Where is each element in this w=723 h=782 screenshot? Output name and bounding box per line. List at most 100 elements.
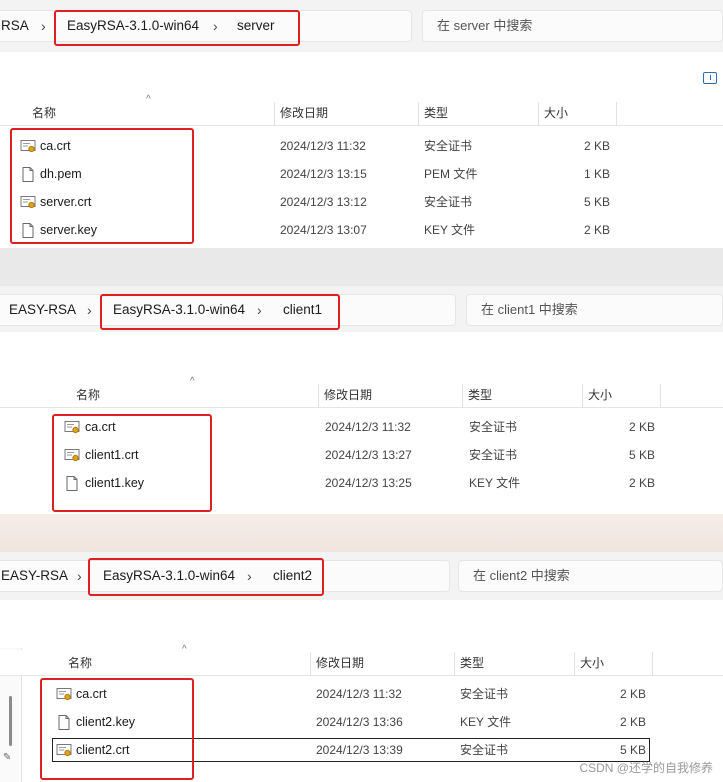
file-type: 安全证书: [460, 687, 509, 701]
address-bar-strip: RSA › EasyRSA-3.1.0-win64 › server 在 ser…: [0, 0, 723, 52]
column-divider[interactable]: [318, 384, 319, 408]
file-date: 2024/12/3 11:32: [325, 420, 411, 434]
file-list-area: ✎ ^ 名称 修改日期 类型 大小 ca.crt 2024/12/3 11:32…: [0, 600, 723, 782]
breadcrumb-current[interactable]: client2: [273, 561, 312, 591]
file-row[interactable]: dh.pem 2024/12/3 13:15 PEM 文件 1 KB: [0, 160, 723, 188]
search-input[interactable]: 在 server 中搜索: [422, 10, 723, 42]
file-row[interactable]: ca.crt 2024/12/3 11:32 安全证书 2 KB: [0, 413, 723, 441]
column-header-row: ^ 名称 修改日期 类型 大小: [0, 644, 723, 676]
breadcrumb-root[interactable]: RSA: [1, 11, 29, 41]
column-size[interactable]: 大小: [588, 382, 612, 408]
file-date: 2024/12/3 11:32: [316, 687, 402, 701]
address-bar[interactable]: EASY-RSA › EasyRSA-3.1.0-win64 › client2: [0, 560, 450, 592]
breadcrumb-current[interactable]: client1: [283, 295, 322, 325]
address-bar[interactable]: EASY-RSA › EasyRSA-3.1.0-win64 › client1: [0, 294, 456, 326]
file-name: dh.pem: [40, 167, 82, 181]
explorer-window-client2: EASY-RSA › EasyRSA-3.1.0-win64 › client2…: [0, 552, 723, 782]
column-header-row: ^ 名称 修改日期 类型 大小: [0, 376, 723, 408]
column-name[interactable]: 名称: [68, 650, 92, 676]
file-type: KEY 文件: [424, 223, 476, 237]
column-divider[interactable]: [582, 384, 583, 408]
column-type[interactable]: 类型: [424, 100, 448, 126]
column-date[interactable]: 修改日期: [316, 650, 364, 676]
file-name: client2.crt: [76, 743, 130, 757]
column-date[interactable]: 修改日期: [324, 382, 372, 408]
certificate-icon: [64, 421, 80, 434]
explorer-window-client1: EASY-RSA › EasyRSA-3.1.0-win64 › client1…: [0, 286, 723, 514]
document-icon: [58, 715, 70, 730]
file-size: 2 KB: [583, 223, 610, 237]
breadcrumb-root[interactable]: EASY-RSA: [9, 295, 76, 325]
file-row[interactable]: ca.crt 2024/12/3 11:32 安全证书 2 KB: [0, 132, 723, 160]
document-icon: [66, 476, 78, 491]
certificate-icon: [56, 688, 72, 701]
file-name: ca.crt: [40, 139, 71, 153]
file-size: 5 KB: [583, 195, 610, 209]
chevron-right-icon[interactable]: ›: [257, 295, 262, 325]
file-type: KEY 文件: [469, 476, 521, 490]
chevron-right-icon[interactable]: ›: [77, 561, 82, 591]
certificate-icon: [20, 196, 36, 209]
breadcrumb-easyrsa[interactable]: EasyRSA-3.1.0-win64: [103, 561, 235, 591]
file-row[interactable]: server.crt 2024/12/3 13:12 安全证书 5 KB: [0, 188, 723, 216]
column-name[interactable]: 名称: [76, 382, 100, 408]
column-divider[interactable]: [574, 652, 575, 676]
file-type: PEM 文件: [424, 167, 478, 181]
column-type[interactable]: 类型: [468, 382, 492, 408]
address-bar[interactable]: RSA › EasyRSA-3.1.0-win64 › server: [0, 10, 412, 42]
column-type[interactable]: 类型: [460, 650, 484, 676]
file-row[interactable]: client1.crt 2024/12/3 13:27 安全证书 5 KB: [0, 441, 723, 469]
file-type: 安全证书: [469, 420, 518, 434]
chevron-right-icon[interactable]: ›: [247, 561, 252, 591]
details-pane-icon[interactable]: [703, 72, 717, 84]
breadcrumb-root[interactable]: EASY-RSA: [1, 561, 68, 591]
file-type: 安全证书: [469, 448, 518, 462]
file-date: 2024/12/3 13:39: [316, 743, 403, 757]
file-size: 2 KB: [583, 139, 610, 153]
file-name: server.crt: [40, 195, 92, 209]
file-type: 安全证书: [424, 139, 473, 153]
document-icon: [22, 167, 34, 182]
chevron-right-icon[interactable]: ›: [87, 295, 92, 325]
chevron-right-icon[interactable]: ›: [41, 11, 46, 41]
certificate-icon: [64, 449, 80, 462]
breadcrumb-easyrsa[interactable]: EasyRSA-3.1.0-win64: [113, 295, 245, 325]
file-row[interactable]: client1.key 2024/12/3 13:25 KEY 文件 2 KB: [0, 469, 723, 497]
file-name: server.key: [40, 223, 97, 237]
column-divider[interactable]: [616, 102, 617, 126]
file-date: 2024/12/3 13:07: [280, 223, 367, 237]
column-divider[interactable]: [274, 102, 275, 126]
watermark: CSDN @还学的自我修养: [579, 761, 713, 775]
breadcrumb-current[interactable]: server: [237, 11, 275, 41]
address-bar-strip: EASY-RSA › EasyRSA-3.1.0-win64 › client1…: [0, 286, 723, 332]
file-name: client2.key: [76, 715, 136, 729]
column-divider[interactable]: [454, 652, 455, 676]
file-row[interactable]: ca.crt 2024/12/3 11:32 安全证书 2 KB: [0, 680, 723, 708]
file-size: 2 KB: [619, 715, 646, 729]
column-divider[interactable]: [310, 652, 311, 676]
column-divider[interactable]: [418, 102, 419, 126]
chevron-right-icon[interactable]: ›: [213, 11, 218, 41]
file-row[interactable]: server.key 2024/12/3 13:07 KEY 文件 2 KB: [0, 216, 723, 244]
breadcrumb-easyrsa[interactable]: EasyRSA-3.1.0-win64: [67, 11, 199, 41]
document-icon: [22, 223, 34, 238]
column-divider[interactable]: [538, 102, 539, 126]
column-divider[interactable]: [660, 384, 661, 408]
certificate-icon: [56, 744, 72, 757]
column-name[interactable]: 名称: [32, 100, 56, 126]
column-divider[interactable]: [462, 384, 463, 408]
column-date[interactable]: 修改日期: [280, 100, 328, 126]
file-size: 2 KB: [628, 476, 655, 490]
search-input[interactable]: 在 client1 中搜索: [466, 294, 723, 326]
column-divider[interactable]: [652, 652, 653, 676]
address-bar-strip: EASY-RSA › EasyRSA-3.1.0-win64 › client2…: [0, 552, 723, 600]
column-size[interactable]: 大小: [544, 100, 568, 126]
search-input[interactable]: 在 client2 中搜索: [458, 560, 723, 592]
file-name: ca.crt: [85, 420, 116, 434]
file-size: 1 KB: [583, 167, 610, 181]
separator-band: [0, 248, 723, 286]
column-size[interactable]: 大小: [580, 650, 604, 676]
file-date: 2024/12/3 13:36: [316, 715, 403, 729]
file-date: 2024/12/3 13:25: [325, 476, 412, 490]
file-row[interactable]: client2.key 2024/12/3 13:36 KEY 文件 2 KB: [0, 708, 723, 736]
